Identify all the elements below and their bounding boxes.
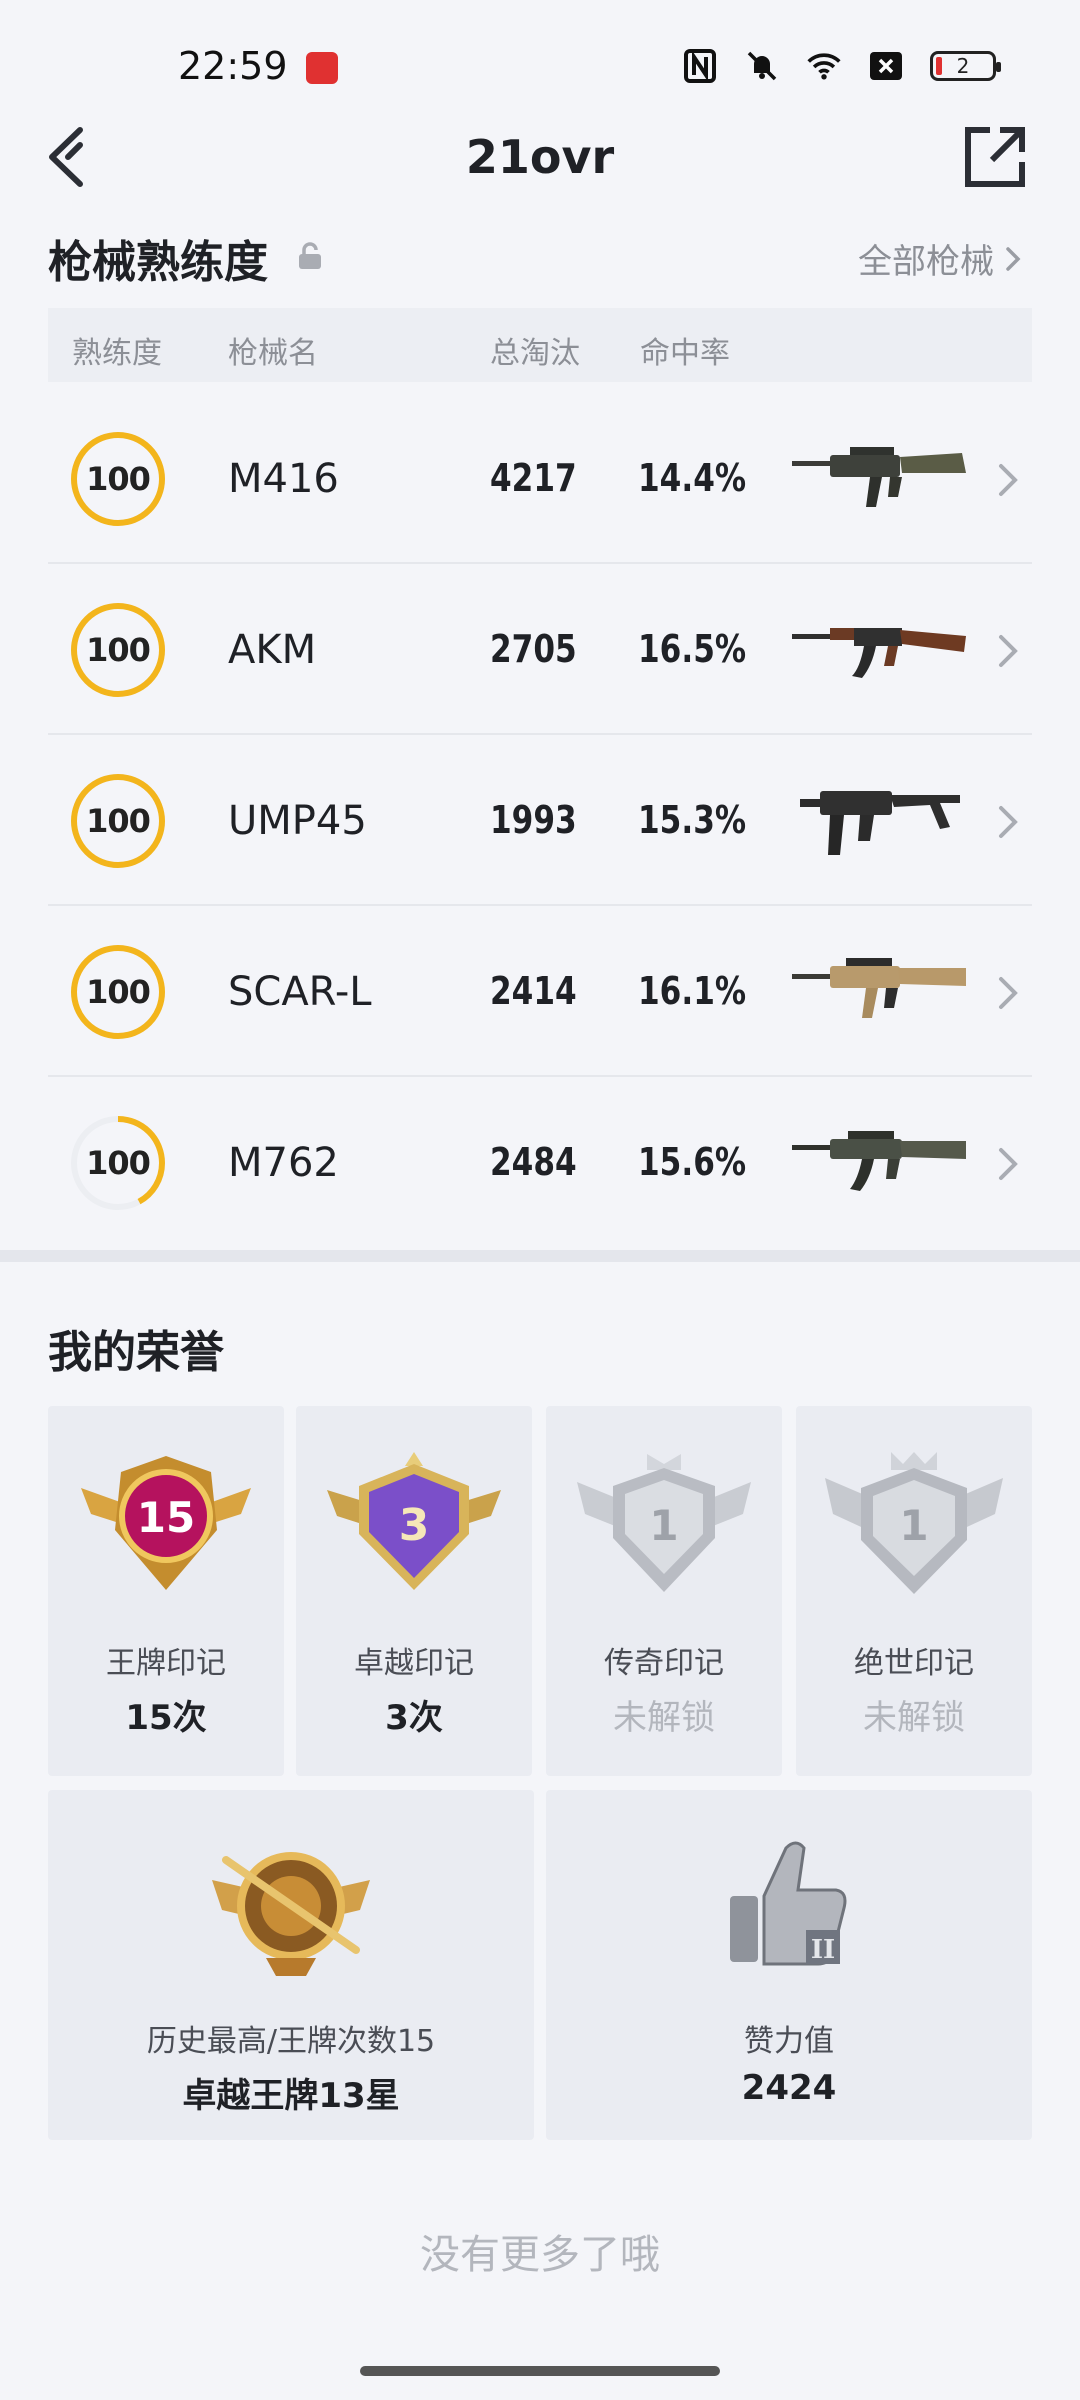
honors-section-header: 我的荣誉 — [48, 1316, 1032, 1386]
svg-text:1: 1 — [649, 1501, 678, 1550]
weapon-row[interactable]: 100 M416 4217 14.4% — [48, 394, 1032, 564]
weapon-kills: 1993 — [490, 798, 577, 842]
column-proficiency: 熟练度 — [72, 336, 162, 371]
chevron-right-icon — [1004, 242, 1022, 282]
weapon-name: SCAR-L — [228, 969, 372, 1015]
honor-label: 传奇印记 — [604, 1646, 724, 1681]
weapon-row[interactable]: 100 SCAR-L 2414 16.1% — [48, 907, 1032, 1077]
tier-emblem-icon — [212, 1852, 370, 1976]
weapon-name: AKM — [228, 627, 317, 673]
chevron-right-icon — [999, 635, 1018, 667]
proficiency-level: 100 — [86, 460, 151, 498]
smg-ump45-image — [800, 791, 960, 855]
honor-card-ace[interactable]: 15 王牌印记 15次 — [48, 1406, 284, 1776]
all-weapons-link[interactable]: 全部枪械 — [858, 234, 1022, 283]
weapon-kills: 2414 — [490, 969, 577, 1013]
honor-card-peerless[interactable]: 1 绝世印记 未解锁 — [796, 1406, 1032, 1776]
honor-card-highest-tier[interactable]: 历史最高/王牌次数15 卓越王牌13星 — [48, 1790, 534, 2140]
honor-label: 历史最高/王牌次数15 — [146, 2024, 436, 2059]
weapon-accuracy: 15.3% — [638, 798, 747, 842]
thumbs-up-icon: II — [730, 1841, 847, 1966]
section-title-weapons: 枪械熟练度 — [48, 237, 268, 288]
chevron-right-icon — [999, 806, 1018, 838]
mute-icon — [744, 48, 780, 84]
weapon-name: UMP45 — [228, 798, 367, 844]
peerless-badge-icon: 1 — [825, 1452, 1003, 1594]
honor-card-excellence[interactable]: 3 卓越印记 3次 — [296, 1406, 532, 1776]
legend-badge-icon: 1 — [577, 1454, 751, 1592]
battery-level: 2 — [956, 54, 970, 78]
honor-value: 卓越王牌13星 — [182, 2076, 400, 2116]
top-nav-bar: 21ovr — [0, 112, 1080, 202]
rifle-akm-image — [792, 628, 966, 678]
svg-text:3: 3 — [399, 1500, 430, 1551]
proficiency-level: 100 — [86, 802, 151, 840]
weapon-name: M762 — [228, 1140, 339, 1186]
weapon-kills: 2484 — [490, 1140, 577, 1184]
status-icons: 2 — [682, 46, 1001, 86]
chevron-right-icon — [999, 977, 1018, 1009]
section-title-honors: 我的荣誉 — [48, 1327, 224, 1378]
svg-text:15: 15 — [137, 1493, 195, 1542]
sim-off-icon — [868, 48, 904, 84]
weapon-accuracy: 16.5% — [638, 627, 747, 671]
chevron-right-icon — [999, 464, 1018, 496]
honor-card-likes[interactable]: II 赞力值 2424 — [546, 1790, 1032, 2140]
honor-label: 赞力值 — [744, 2024, 834, 2059]
honor-value: 3次 — [385, 1698, 443, 1738]
weapon-row[interactable]: 100 M762 2484 15.6% — [48, 1078, 1032, 1248]
rifle-m762-image — [792, 1131, 966, 1191]
proficiency-level: 100 — [86, 1144, 151, 1182]
chevron-right-icon — [999, 1148, 1018, 1180]
lock-icon[interactable] — [295, 241, 325, 271]
rifle-m416-image — [792, 447, 966, 507]
proficiency-level: 100 — [86, 631, 151, 669]
weapon-accuracy: 14.4% — [638, 456, 747, 500]
weapon-table-header: 熟练度 枪械名 总淘汰 命中率 — [48, 308, 1032, 382]
nfc-icon — [682, 48, 718, 84]
end-of-list-text: 没有更多了哦 — [420, 2232, 660, 2278]
svg-text:1: 1 — [899, 1501, 928, 1550]
app-icon — [306, 52, 338, 84]
share-button[interactable] — [962, 124, 1028, 190]
home-indicator[interactable] — [360, 2366, 720, 2376]
proficiency-level: 100 — [86, 973, 151, 1011]
weapon-accuracy: 15.6% — [638, 1140, 747, 1184]
honor-label: 王牌印记 — [106, 1646, 226, 1681]
status-bar: 22:59 2 — [0, 0, 1080, 120]
honor-card-legend[interactable]: 1 传奇印记 未解锁 — [546, 1406, 782, 1776]
honor-label: 卓越印记 — [354, 1646, 474, 1681]
honor-value: 未解锁 — [613, 1698, 715, 1738]
weapon-kills: 4217 — [490, 456, 577, 500]
honor-value: 2424 — [741, 2068, 837, 2108]
column-accuracy: 命中率 — [640, 336, 730, 371]
rifle-scar-l-image — [792, 958, 966, 1018]
honor-value: 未解锁 — [863, 1698, 965, 1738]
weapon-name: M416 — [228, 456, 339, 502]
section-divider — [0, 1250, 1080, 1262]
share-icon — [965, 127, 1025, 187]
honor-label: 绝世印记 — [854, 1646, 974, 1681]
column-weapon-name: 枪械名 — [228, 336, 318, 371]
all-weapons-label: 全部枪械 — [858, 242, 994, 282]
weapon-kills: 2705 — [490, 627, 577, 671]
svg-text:II: II — [811, 1935, 835, 1965]
weapon-row[interactable]: 100 UMP45 1993 15.3% — [48, 736, 1032, 906]
weapon-section-header: 枪械熟练度 全部枪械 — [48, 226, 1032, 296]
excellence-badge-icon: 3 — [327, 1452, 501, 1590]
weapon-row[interactable]: 100 AKM 2705 16.5% — [48, 565, 1032, 735]
column-kills: 总淘汰 — [490, 336, 580, 371]
weapon-accuracy: 16.1% — [638, 969, 747, 1013]
battery-icon: 2 — [930, 51, 1001, 81]
wifi-icon — [806, 48, 842, 84]
status-time: 22:59 — [178, 44, 288, 88]
honor-value: 15次 — [125, 1698, 207, 1738]
ace-badge-icon: 15 — [81, 1456, 251, 1590]
page-title: 21ovr — [465, 130, 615, 184]
